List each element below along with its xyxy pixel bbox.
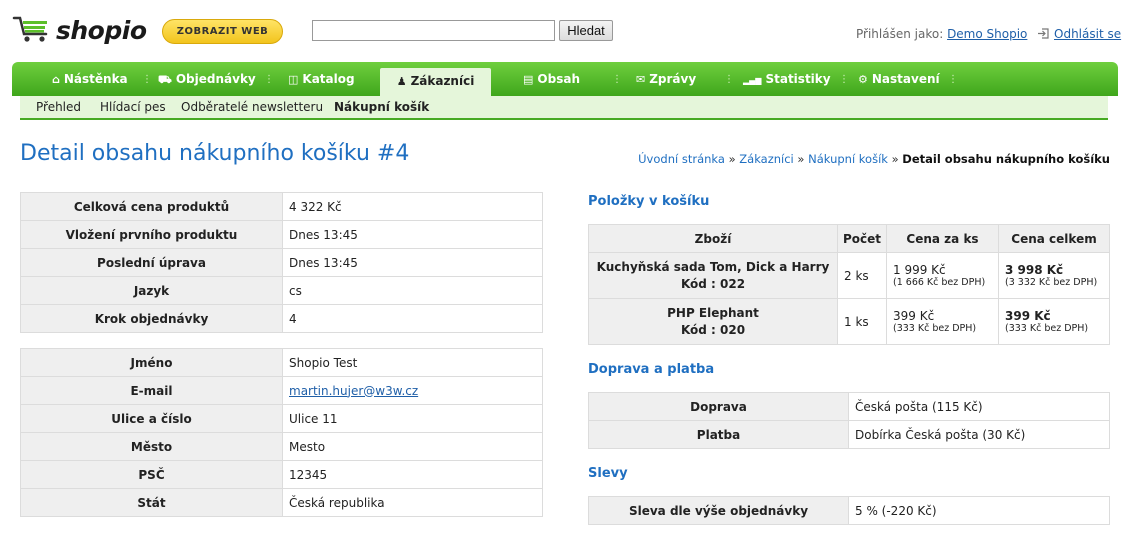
- table-header-row: Zboží Počet Cena za ks Cena celkem: [588, 224, 1110, 253]
- subnav-overview[interactable]: Přehled: [36, 100, 81, 114]
- nav-separator: ⋮: [948, 74, 958, 85]
- cart-items-table: Zboží Počet Cena za ks Cena celkem Kuchy…: [588, 224, 1110, 345]
- logout-link[interactable]: Odhlásit se: [1037, 27, 1121, 41]
- show-web-button[interactable]: ZOBRAZIT WEB: [162, 19, 283, 44]
- user-icon: ♟: [396, 75, 407, 88]
- table-row: Město Mesto: [20, 432, 543, 461]
- search-input[interactable]: [312, 20, 555, 41]
- table-row: Jazyk cs: [20, 276, 543, 305]
- header: shopio ZOBRAZIT WEB Hledat Přihlášen jak…: [0, 0, 1140, 60]
- subnav-watchdog[interactable]: Hlídací pes: [100, 100, 166, 114]
- shipping-section-title: Doprava a platba: [588, 362, 715, 377]
- login-info: Přihlášen jako: Demo Shopio: [856, 27, 1027, 41]
- gear-icon: ⚙: [858, 73, 868, 86]
- logo-text: shopio: [56, 15, 147, 45]
- discount-section-title: Slevy: [588, 466, 628, 481]
- table-row: PHP Elephant Kód : 020 1 ks 399 Kč (333 Kč…: [588, 298, 1110, 345]
- table-row: Sleva dle výše objednávky 5 % (-220 Kč): [588, 496, 1110, 525]
- logout-label: Odhlásit se: [1054, 27, 1122, 41]
- table-row: Jméno Shopio Test: [20, 348, 543, 377]
- nav-settings[interactable]: ⚙ Nastavení: [858, 62, 940, 96]
- signal-icon: ▂▄▆: [743, 76, 762, 85]
- product-code: Kód : 022: [680, 276, 746, 291]
- table-row: Stát Česká republika: [20, 488, 543, 517]
- nav-statistics[interactable]: ▂▄▆ Statistiky: [743, 62, 831, 96]
- nav-separator: ⋮: [612, 74, 622, 85]
- nav-separator: ⋮: [142, 74, 152, 85]
- table-row: Kuchyňská sada Tom, Dick a Harry Kód : 02…: [588, 252, 1110, 299]
- product-code: Kód : 020: [680, 322, 746, 337]
- items-section-title: Položky v košíku: [588, 194, 710, 209]
- subnav-cart[interactable]: Nákupní košík: [334, 100, 429, 114]
- subnav-newsletter[interactable]: Odběratelé newsletteru: [181, 100, 323, 114]
- email-link[interactable]: martin.hujer@w3w.cz: [289, 384, 418, 398]
- home-icon: ⌂: [52, 73, 60, 86]
- table-row: Doprava Česká pošta (115 Kč): [588, 392, 1110, 421]
- logo[interactable]: shopio: [12, 12, 147, 48]
- table-row: Poslední úprava Dnes 13:45: [20, 248, 543, 277]
- nav-separator: ⋮: [724, 74, 734, 85]
- shipping-table: Doprava Česká pošta (115 Kč) Platba Dobírk…: [588, 392, 1110, 449]
- cart-icon: ⛟: [158, 73, 172, 86]
- document-icon: ▤: [523, 73, 534, 86]
- table-row: Vložení prvního produktu Dnes 13:45: [20, 220, 543, 249]
- table-row: PSČ 12345: [20, 460, 543, 489]
- nav-orders[interactable]: ⛟ Objednávky: [158, 62, 256, 96]
- breadcrumb-home[interactable]: Úvodní stránka: [638, 152, 725, 166]
- product-cell: PHP Elephant Kód : 020: [588, 298, 838, 345]
- table-row: Krok objednávky 4: [20, 304, 543, 333]
- table-row: Platba Dobírka Česká pošta (30 Kč): [588, 420, 1110, 449]
- nav-separator: ⋮: [839, 74, 849, 85]
- product-cell: Kuchyňská sada Tom, Dick a Harry Kód : 02…: [588, 252, 838, 299]
- user-link[interactable]: Demo Shopio: [947, 27, 1027, 41]
- table-row: Ulice a číslo Ulice 11: [20, 404, 543, 433]
- cart-info-table: Celková cena produktů 4 322 Kč Vložení pr…: [20, 192, 543, 333]
- discount-table: Sleva dle výše objednávky 5 % (-220 Kč): [588, 496, 1110, 525]
- cart-logo-icon: [12, 14, 52, 47]
- customer-info-table: Jméno Shopio Test E-mail martin.hujer@w3w.…: [20, 348, 543, 517]
- logout-icon: [1037, 28, 1049, 39]
- login-prefix: Přihlášen jako:: [856, 27, 944, 41]
- book-icon: ◫: [288, 73, 299, 86]
- table-row: E-mail martin.hujer@w3w.cz: [20, 376, 543, 405]
- nav-content[interactable]: ▤ Obsah: [523, 62, 580, 96]
- nav-catalog[interactable]: ◫ Katalog: [288, 62, 355, 96]
- breadcrumb-current: Detail obsahu nákupního košíku: [902, 152, 1110, 166]
- sub-nav: Přehled Hlídací pes Odběratelé newslette…: [20, 96, 1108, 120]
- page-title: Detail obsahu nákupního košíku #4: [20, 141, 410, 166]
- breadcrumb-customers[interactable]: Zákazníci: [739, 152, 793, 166]
- envelope-icon: ✉: [636, 73, 646, 86]
- breadcrumb-cart[interactable]: Nákupní košík: [808, 152, 888, 166]
- search-button[interactable]: Hledat: [559, 20, 613, 41]
- nav-dashboard[interactable]: ⌂ Nástěnka: [52, 62, 128, 96]
- breadcrumb: Úvodní stránka » Zákazníci » Nákupní koš…: [638, 152, 1110, 166]
- nav-separator: ⋮: [264, 74, 274, 85]
- product-name[interactable]: Kuchyňská sada Tom, Dick a Harry: [589, 259, 837, 276]
- main-nav: ⌂ Nástěnka ⋮ ⛟ Objednávky ⋮ ◫ Katalog ♟ Záka…: [12, 62, 1118, 102]
- product-name[interactable]: PHP Elephant: [589, 305, 837, 322]
- table-row: Celková cena produktů 4 322 Kč: [20, 192, 543, 221]
- nav-messages[interactable]: ✉ Zprávy: [636, 62, 696, 96]
